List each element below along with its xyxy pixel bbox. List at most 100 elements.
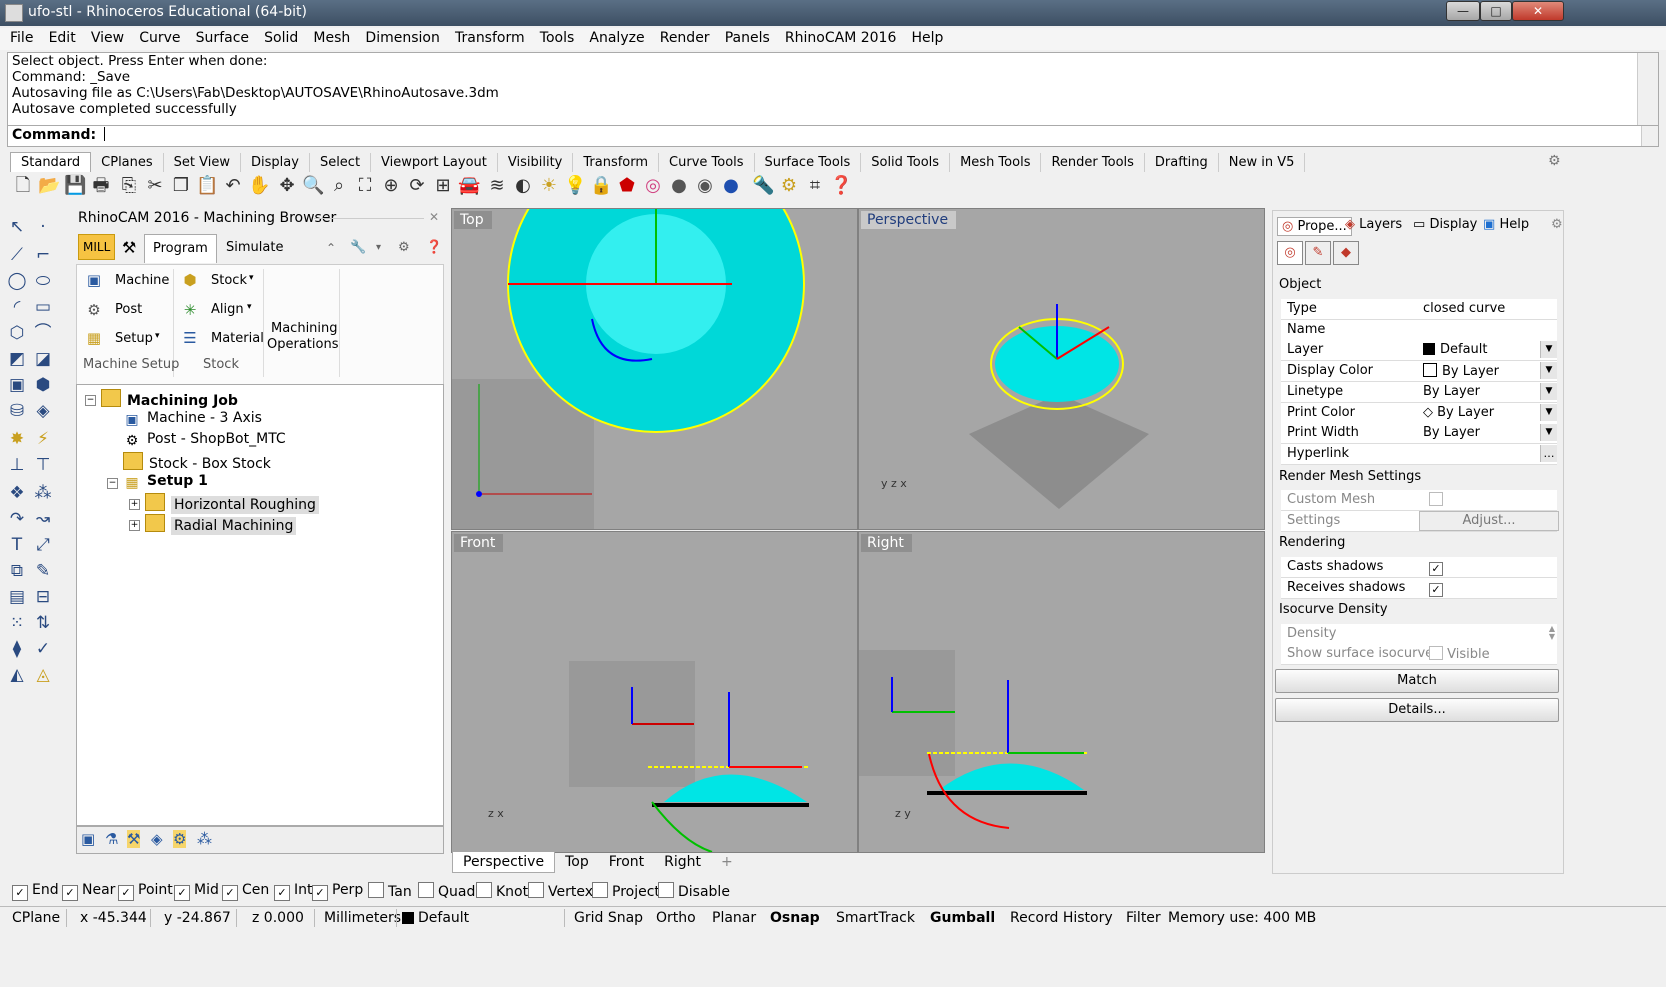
menu-view[interactable]: View xyxy=(91,28,124,46)
tab-display[interactable]: Display xyxy=(241,153,310,172)
zoom-icon[interactable]: 🔍 xyxy=(302,175,324,197)
casts-shadows-checkbox[interactable]: ✓ xyxy=(1429,562,1443,576)
prop-layer[interactable]: Layer Default ▼ xyxy=(1281,340,1557,361)
transform-icon[interactable]: ⊥ xyxy=(6,454,28,476)
viewport-perspective-label[interactable]: Perspective xyxy=(861,211,957,229)
menu-solid[interactable]: Solid xyxy=(264,28,298,46)
operations-icon[interactable]: ⚗ xyxy=(105,830,118,848)
tree-post[interactable]: ⚙ Post - ShopBot_MTC xyxy=(123,431,286,449)
paste-icon[interactable]: 📋 xyxy=(196,175,218,197)
layer-icon[interactable]: ≋ xyxy=(486,175,508,197)
browser-help-icon[interactable]: ❓ xyxy=(418,234,450,262)
arc-icon[interactable]: ◜ xyxy=(6,296,28,318)
toolpath-icon[interactable]: ⚒ xyxy=(127,830,141,848)
status-units[interactable]: Millimeters xyxy=(324,910,401,926)
zoom-selected-icon[interactable]: ⊕ xyxy=(380,175,402,197)
grid-icon[interactable]: ⊟ xyxy=(32,586,54,608)
prop-custom-mesh[interactable]: Custom Mesh xyxy=(1281,490,1557,511)
prop-name[interactable]: Name xyxy=(1281,320,1557,341)
prop-hyperlink[interactable]: Hyperlink… xyxy=(1281,444,1557,465)
osnap-vertex-checkbox[interactable] xyxy=(528,882,544,898)
blend-icon[interactable]: ↷ xyxy=(6,508,28,530)
viewport-front[interactable]: z x Front xyxy=(451,531,858,853)
tab-visibility[interactable]: Visibility xyxy=(498,153,574,172)
osnap-near-checkbox[interactable]: ✓ xyxy=(62,885,78,901)
browser-settings-icon[interactable]: ⚙ xyxy=(390,234,418,262)
status-record-history[interactable]: Record History xyxy=(1010,910,1113,926)
rectangle-icon[interactable]: ▭ xyxy=(32,296,54,318)
osnap-vertex[interactable]: Vertex xyxy=(528,882,593,900)
import-icon[interactable]: ⎘ xyxy=(118,175,140,197)
open-icon[interactable]: 📂 xyxy=(38,175,60,197)
machining-ops-line2[interactable]: Operations xyxy=(267,337,338,352)
tree-root[interactable]: Machining Job xyxy=(101,389,238,409)
viewport-front-label[interactable]: Front xyxy=(454,534,504,552)
circle-icon[interactable]: ◯ xyxy=(6,270,28,292)
tree-stock[interactable]: Stock - Box Stock xyxy=(123,452,271,472)
prop-linetype[interactable]: Linetype By Layer ▼ xyxy=(1281,382,1557,403)
menu-rhinocam[interactable]: RhinoCAM 2016 xyxy=(785,28,896,46)
osnap-cen-checkbox[interactable]: ✓ xyxy=(222,885,238,901)
decal-properties-icon[interactable]: ◆ xyxy=(1333,241,1359,265)
prop-receives-shadows[interactable]: Receives shadows ✓ xyxy=(1281,578,1557,599)
new-icon[interactable]: 🗋 xyxy=(12,175,34,197)
print-icon[interactable]: 🖶 xyxy=(90,175,112,197)
tools-icon[interactable]: ⚙ xyxy=(173,830,187,848)
tab-render-tools[interactable]: Render Tools xyxy=(1041,153,1145,172)
object-properties-icon[interactable]: ◎ xyxy=(1277,241,1303,265)
osnap-end-checkbox[interactable]: ✓ xyxy=(12,885,28,901)
tab-simulate[interactable]: Simulate xyxy=(218,234,291,262)
wrench-dropdown-icon[interactable]: ▾ xyxy=(368,234,389,262)
simulate-icon[interactable]: ◈ xyxy=(151,830,163,848)
save-icon[interactable]: 💾 xyxy=(64,175,86,197)
status-planar[interactable]: Planar xyxy=(712,910,756,926)
explode-icon[interactable]: ✸ xyxy=(6,428,28,450)
mesh-icon[interactable]: ◈ xyxy=(32,400,54,422)
solid-box-icon[interactable]: ▤ xyxy=(6,586,28,608)
lightbulb-icon[interactable]: 💡 xyxy=(564,175,586,197)
tab-viewport-layout[interactable]: Viewport Layout xyxy=(371,153,498,172)
text-icon[interactable]: T xyxy=(6,534,28,556)
menu-surface[interactable]: Surface xyxy=(196,28,249,46)
array-icon[interactable]: ⁂ xyxy=(32,482,54,504)
osnap-mid[interactable]: ✓ Mid xyxy=(174,882,219,901)
osnap-perp[interactable]: ✓ Perp xyxy=(312,882,363,901)
collapse-ribbon-icon[interactable]: ⌃ xyxy=(318,234,344,262)
undo-icon[interactable]: ↶ xyxy=(222,175,244,197)
tab-surface-tools[interactable]: Surface Tools xyxy=(755,153,862,172)
expand-op2-toggle[interactable]: + xyxy=(129,520,140,531)
print-color-dropdown-icon[interactable]: ▼ xyxy=(1540,404,1557,421)
collapse-root-toggle[interactable]: − xyxy=(85,395,96,406)
osnap-disable[interactable]: Disable xyxy=(658,882,730,900)
osnap-int-checkbox[interactable]: ✓ xyxy=(274,885,290,901)
custom-mesh-checkbox[interactable] xyxy=(1429,492,1443,506)
osnap-knot-checkbox[interactable] xyxy=(476,882,492,898)
light-tool-icon[interactable]: ◬ xyxy=(32,664,54,686)
menu-render[interactable]: Render xyxy=(660,28,710,46)
zoom-window-icon[interactable]: ⌕ xyxy=(328,175,350,197)
status-filter[interactable]: Filter xyxy=(1126,910,1161,926)
settings-gear-icon[interactable]: ⚙ xyxy=(778,175,800,197)
adjust-button[interactable]: Adjust... xyxy=(1419,511,1559,531)
vptab-perspective[interactable]: Perspective xyxy=(452,852,556,873)
cylinder-icon[interactable]: ⛁ xyxy=(6,400,28,422)
offset-icon[interactable]: ↝ xyxy=(32,508,54,530)
osnap-project[interactable]: Project xyxy=(592,882,660,900)
split-icon[interactable]: ⚡ xyxy=(32,428,54,450)
osnap-mid-checkbox[interactable]: ✓ xyxy=(174,885,190,901)
tab-transform[interactable]: Transform xyxy=(573,153,660,172)
group-icon[interactable]: ❖ xyxy=(6,482,28,504)
tab-mesh-tools[interactable]: Mesh Tools xyxy=(950,153,1042,172)
zoom-extents-icon[interactable]: ⛶ xyxy=(354,175,376,197)
match-button[interactable]: Match xyxy=(1275,669,1559,693)
polygon-icon[interactable]: ⬡ xyxy=(6,322,28,344)
menu-analyze[interactable]: Analyze xyxy=(589,28,644,46)
menu-help[interactable]: Help xyxy=(912,28,944,46)
fillet-icon[interactable]: ⌒ xyxy=(32,322,54,344)
close-button[interactable]: ✕ xyxy=(1512,1,1564,21)
machine-button[interactable]: Machine xyxy=(115,273,169,288)
status-layer[interactable]: Default xyxy=(402,910,469,926)
toolbar-settings-gear-icon[interactable]: ⚙ xyxy=(1548,153,1561,169)
prop-display-color[interactable]: Display Color By Layer ▼ xyxy=(1281,361,1557,382)
tab-help[interactable]: ▣ Help xyxy=(1483,217,1529,232)
